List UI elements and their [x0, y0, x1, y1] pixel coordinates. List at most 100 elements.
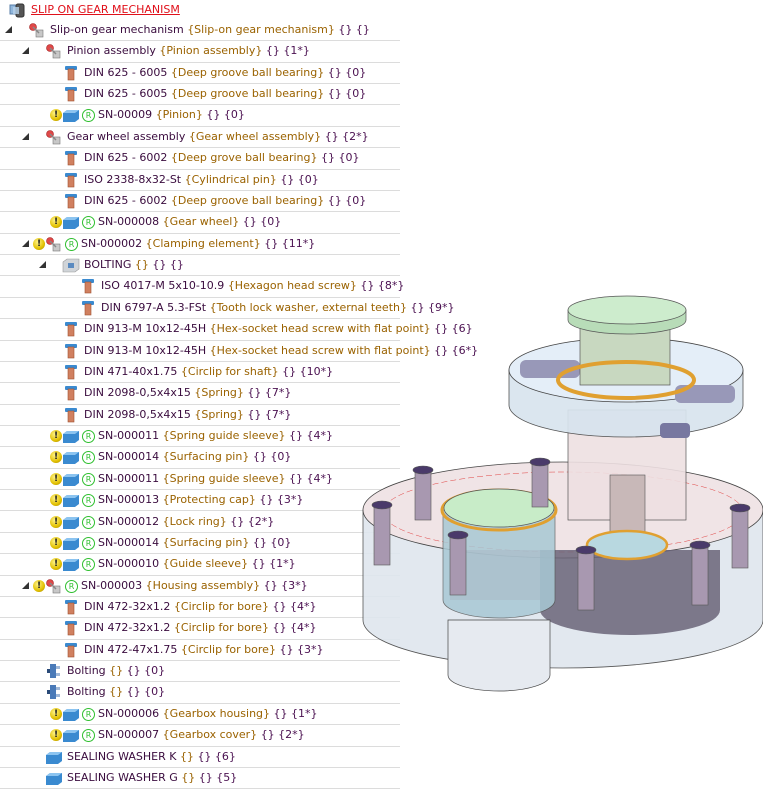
standard-part-icon: [62, 385, 80, 401]
item-quantity: {} {7*}: [247, 407, 292, 421]
item-quantity: {} {3*}: [259, 493, 304, 507]
item-description: {Housing assembly}: [145, 578, 261, 592]
item-name: DIN 913-M 10x12-45H: [84, 343, 207, 357]
released-status-icon: R: [82, 494, 95, 508]
item-name: DIN 6797-A 5.3-FSt: [101, 300, 207, 314]
item-quantity: {} {0}: [327, 87, 367, 101]
item-quantity: {} {0}: [126, 685, 166, 699]
tree-row[interactable]: SEALING WASHER G {} {} {5}: [0, 768, 400, 790]
assembly-file-icon: [9, 3, 25, 18]
item-name: SN-000008: [98, 215, 160, 229]
released-status-icon: R: [82, 216, 95, 230]
tree-row[interactable]: Pinion assembly {Pinion assembly} {} {1*…: [0, 41, 400, 63]
tree-row[interactable]: DIN 625 - 6005 {Deep groove ball bearing…: [0, 84, 400, 106]
item-quantity: {} {4*}: [272, 621, 317, 635]
tree-row[interactable]: DIN 472-32x1.2 {Circlip for bore} {} {4*…: [0, 618, 400, 640]
tree-row[interactable]: DIN 625 - 6005 {Deep groove ball bearing…: [0, 63, 400, 85]
item-name: SEALING WASHER K: [67, 749, 177, 763]
part-icon: [62, 492, 80, 508]
3d-model-view[interactable]: [360, 280, 763, 700]
tree-row[interactable]: ISO 4017-M 5x10-10.9 {Hexagon head screw…: [0, 276, 404, 298]
item-description: {Lock ring}: [162, 514, 227, 528]
released-status-icon: R: [82, 707, 95, 721]
item-description: {Spring}: [194, 386, 244, 400]
item-quantity: {} {0}: [252, 535, 292, 549]
tree-row[interactable]: DIN 913-M 10x12-45H {Hex-socket head scr…: [0, 319, 473, 341]
item-quantity: {} {0}: [321, 151, 360, 165]
tree-row[interactable]: ! R SN-000003 {Housing assembly} {} {3*}: [0, 576, 400, 597]
tree-row[interactable]: ! R SN-000012 {Lock ring} {} {2*}: [0, 512, 400, 533]
tree-row[interactable]: Gear wheel assembly {Gear wheel assembly…: [0, 127, 400, 149]
tree-row[interactable]: DIN 913-M 10x12-45H {Hex-socket head scr…: [0, 341, 478, 362]
tree-row[interactable]: DIN 6797-A 5.3-FSt {Tooth lock washer, e…: [0, 298, 454, 320]
item-name: DIN 625 - 6005: [84, 65, 168, 79]
standard-part-icon: [62, 620, 80, 636]
tree-row[interactable]: Bolting {} {} {0}: [0, 682, 400, 704]
item-name: SN-000014: [98, 535, 160, 549]
warning-icon: !: [50, 558, 62, 571]
tree-row[interactable]: ! R SN-000011 {Spring guide sleeve} {} {4*…: [0, 426, 400, 448]
bolting-icon: [45, 684, 63, 700]
standard-part-icon: [62, 599, 80, 615]
part-icon: [62, 107, 80, 123]
collapse-triangle-icon[interactable]: [22, 132, 29, 140]
released-status-icon: R: [82, 430, 95, 444]
tree-row[interactable]: ! R SN-000010 {Guide sleeve} {} {1*}: [0, 554, 400, 576]
expand-triangle-icon[interactable]: [21, 686, 28, 699]
item-name: DIN 472-47x1.75: [84, 642, 178, 656]
tree-row[interactable]: SEALING WASHER K {} {} {6}: [0, 747, 400, 768]
item-quantity: {} {0}: [206, 108, 245, 122]
item-description: {}: [109, 664, 124, 678]
tree-row-label: SN-000013 {Protecting cap} {} {3*}: [98, 493, 303, 506]
tree-row-label: SN-000011 {Spring guide sleeve} {} {4*}: [98, 429, 333, 442]
tree-row[interactable]: DIN 2098-0,5x4x15 {Spring} {} {7*}: [0, 405, 400, 427]
tree-row[interactable]: ! R SN-000006 {Gearbox housing} {} {1*}: [0, 704, 400, 726]
tree-row[interactable]: ! R SN-000011 {Spring guide sleeve} {} {4*…: [0, 469, 400, 491]
tree-row[interactable]: BOLTING {} {} {}: [0, 255, 400, 277]
tree-row[interactable]: ISO 2338-8x32-St {Cylindrical pin} {} {0…: [0, 170, 400, 191]
assembly-icon: [45, 129, 63, 145]
tree-row[interactable]: ! R SN-00009 {Pinion} {} {0}: [0, 105, 400, 127]
tree-row[interactable]: DIN 472-32x1.2 {Circlip for bore} {} {4*…: [0, 597, 400, 619]
tree-row[interactable]: DIN 2098-0,5x4x15 {Spring} {} {7*}: [0, 383, 400, 405]
tree-row-label: SEALING WASHER G {} {} {5}: [67, 771, 237, 784]
tree-row[interactable]: DIN 471-40x1.75 {Circlip for shaft} {} {…: [0, 362, 400, 384]
part-icon: [45, 749, 63, 765]
collapse-triangle-icon[interactable]: [22, 581, 29, 589]
tree-header: SLIP ON GEAR MECHANISM: [0, 0, 400, 20]
warning-icon: !: [50, 707, 62, 720]
tree-row-label: SN-000014 {Surfacing pin} {} {0}: [98, 536, 291, 549]
expand-triangle-icon[interactable]: [21, 665, 28, 678]
item-name: DIN 471-40x1.75: [84, 364, 178, 378]
collapse-triangle-icon[interactable]: [22, 47, 29, 55]
tree-row[interactable]: DIN 472-47x1.75 {Circlip for bore} {} {3…: [0, 640, 400, 662]
tree-row[interactable]: DIN 625 - 6002 {Deep grove ball bearing}…: [0, 148, 400, 170]
tree-row[interactable]: Bolting {} {} {0}: [0, 661, 400, 683]
part-icon: [62, 428, 80, 444]
item-description: {Spring guide sleeve}: [162, 471, 286, 485]
tree-row[interactable]: ! R SN-000014 {Surfacing pin} {} {0}: [0, 447, 400, 469]
item-quantity: {} {2*}: [230, 514, 275, 528]
tree-row[interactable]: ! R SN-000013 {Protecting cap} {} {3*}: [0, 490, 400, 512]
tree-row[interactable]: ! R SN-000002 {Clamping element} {} {11*}: [0, 234, 400, 256]
item-description: {Protecting cap}: [162, 493, 256, 507]
item-quantity: {} {4*}: [289, 429, 334, 443]
tree-row-label: SN-000007 {Gearbox cover} {} {2*}: [98, 728, 305, 741]
item-quantity: {} {0}: [242, 215, 282, 229]
item-quantity: {} {}: [338, 23, 370, 36]
tree-row[interactable]: Slip-on gear mechanism {Slip-on gear mec…: [0, 20, 400, 42]
item-description: {Gear wheel assembly}: [188, 129, 322, 143]
tree-row[interactable]: DIN 625 - 6002 {Deep groove ball bearing…: [0, 191, 400, 213]
collapse-triangle-icon[interactable]: [5, 26, 12, 33]
collapse-triangle-icon[interactable]: [22, 239, 29, 247]
item-name: SN-000011: [98, 429, 160, 443]
tree-row[interactable]: ! R SN-000014 {Surfacing pin} {} {0}: [0, 533, 400, 555]
item-description: {}: [179, 749, 194, 763]
tree-row[interactable]: ! R SN-000008 {Gear wheel} {} {0}: [0, 212, 400, 234]
document-title-link[interactable]: SLIP ON GEAR MECHANISM: [31, 3, 180, 16]
tree-row[interactable]: ! R SN-000007 {Gearbox cover} {} {2*}: [0, 725, 400, 747]
collapse-triangle-icon[interactable]: [39, 261, 46, 269]
item-description: {}: [181, 770, 196, 784]
item-description: {Circlip for shaft}: [180, 364, 279, 378]
item-description: {Guide sleeve}: [162, 557, 249, 571]
